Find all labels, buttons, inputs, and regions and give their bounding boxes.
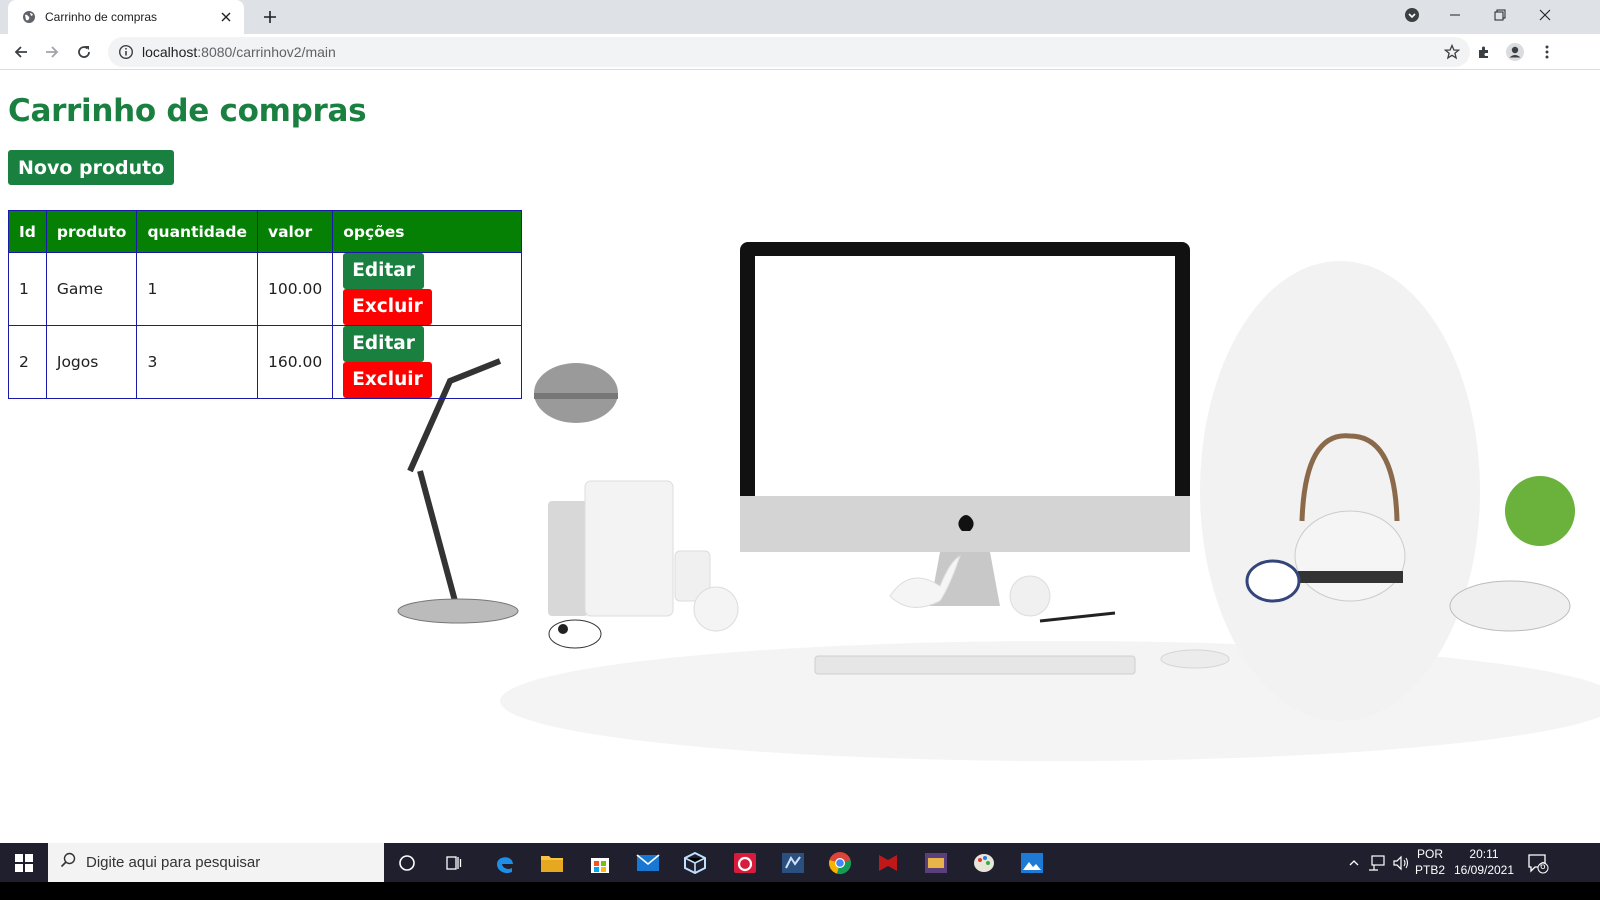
desk-background-image [397,242,1600,761]
browser-tab[interactable]: Carrinho de compras [8,0,244,34]
game-icon[interactable] [922,849,950,877]
volume-icon[interactable] [1387,849,1415,877]
paint-icon[interactable] [970,849,998,877]
cell-valor: 100.00 [256,252,334,326]
menu-kebab-icon[interactable] [1535,40,1559,64]
info-icon[interactable] [118,44,134,60]
forward-icon[interactable] [40,40,64,64]
profile-avatar-icon[interactable] [1503,40,1527,64]
table-header-row: Id produto quantidade valor opções [8,210,523,253]
photos-icon[interactable] [1018,849,1046,877]
delete-button[interactable]: Excluir [343,362,432,398]
cell-quantidade: 1 [136,252,258,326]
table-row: 1 Game 1 100.00 EditarExcluir [8,252,523,326]
address-bar[interactable]: localhost:8080/carrinhov2/main [108,37,1470,67]
store-icon[interactable] [586,849,614,877]
page-viewport: Carrinho de compras Novo produto Id prod… [0,71,1600,860]
browser-toolbar: localhost:8080/carrinhov2/main [0,34,1600,70]
search-icon [60,852,76,873]
virtualbox-icon[interactable] [681,849,709,877]
windows-start-icon[interactable] [10,849,38,877]
search-placeholder: Digite aqui para pesquisar [86,854,261,871]
app-icon[interactable] [731,849,759,877]
taskbar-search-box[interactable]: Digite aqui para pesquisar [48,843,384,882]
mcafee-icon[interactable] [874,849,902,877]
cell-valor: 160.00 [256,325,334,399]
file-explorer-icon[interactable] [538,849,566,877]
input-language-indicator[interactable]: POR PTB2 [1412,846,1448,878]
browser-tab-bar: Carrinho de compras [0,0,1600,34]
delete-button[interactable]: Excluir [343,289,432,325]
column-header-id: Id [8,210,47,253]
cell-produto: Game [45,252,138,326]
edit-button[interactable]: Editar [343,253,424,289]
notification-badge: 6 [1540,861,1546,872]
cell-id: 2 [8,325,47,399]
column-header-quantidade: quantidade [136,210,258,253]
edit-button[interactable]: Editar [343,326,424,362]
tab-title: Carrinho de compras [45,10,158,24]
notification-center-icon[interactable]: 6 [1524,849,1552,877]
page-title: Carrinho de compras [8,93,367,129]
new-tab-icon[interactable] [258,7,282,27]
url-text: localhost:8080/carrinhov2/main [142,44,336,60]
dev-tool-icon[interactable] [779,849,807,877]
cell-id: 1 [8,252,47,326]
cell-opcoes: EditarExcluir [332,252,523,326]
back-icon[interactable] [9,40,33,64]
column-header-opcoes: opções [332,210,523,253]
edge-icon[interactable] [491,849,519,877]
extensions-icon[interactable] [1472,40,1496,64]
restore-icon[interactable] [1477,0,1523,30]
column-header-produto: produto [45,210,138,253]
cart-table: Id produto quantidade valor opções 1 Gam… [8,210,523,399]
close-window-icon[interactable] [1522,0,1568,30]
column-header-valor: valor [256,210,334,253]
cell-quantidade: 3 [136,325,258,399]
cell-opcoes: EditarExcluir [332,325,523,399]
cortana-icon[interactable] [393,849,421,877]
tab-close-icon[interactable] [218,9,234,25]
chrome-icon[interactable] [826,849,854,877]
new-product-button[interactable]: Novo produto [8,150,175,185]
reload-icon[interactable] [72,40,96,64]
screen-bottom-edge [0,882,1600,900]
windows-taskbar: Digite aqui para pesquisar POR PTB2 20:1… [0,843,1600,882]
task-view-icon[interactable] [440,849,468,877]
mail-icon[interactable] [634,849,662,877]
minimize-icon[interactable] [1432,0,1478,30]
tab-search-icon[interactable] [1389,0,1435,30]
cell-produto: Jogos [45,325,138,399]
globe-icon [22,10,36,24]
bookmark-star-icon[interactable] [1444,44,1460,60]
clock[interactable]: 20:11 16/09/2021 [1450,846,1518,878]
table-row: 2 Jogos 3 160.00 EditarExcluir [8,325,523,399]
